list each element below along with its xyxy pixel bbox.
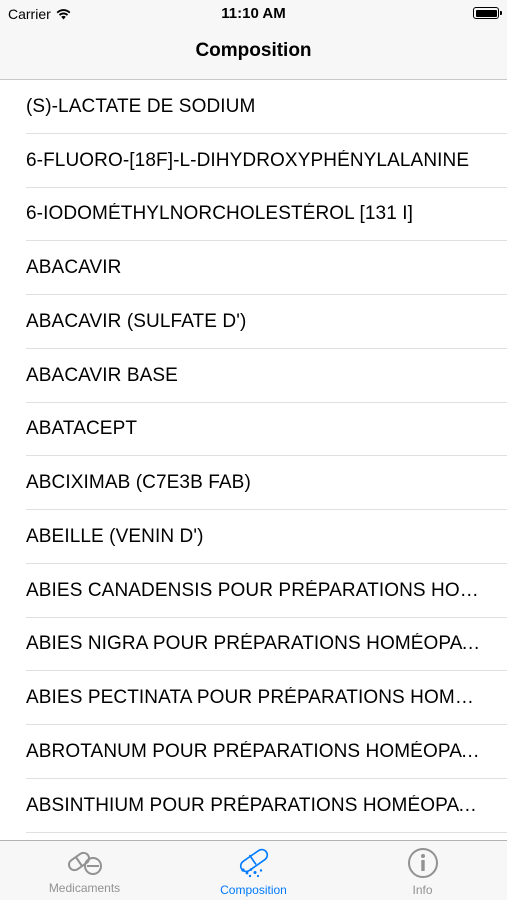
list-item-label: (S)-LACTATE DE SODIUM bbox=[26, 95, 256, 117]
list-item[interactable]: 6-FLUORO-[18F]-L-DIHYDROXYPHÉNYLALANINE bbox=[0, 134, 507, 188]
list-item-label: ABACAVIR bbox=[26, 257, 122, 279]
list-item[interactable]: ABSINTHIUM POUR PRÉPARATIONS HOMÉOPATHIQ… bbox=[0, 779, 507, 833]
list-item[interactable]: ABEILLE (VENIN D') bbox=[0, 510, 507, 564]
tab-label: Info bbox=[412, 883, 433, 897]
pills-icon bbox=[67, 851, 102, 875]
list-item-label: ABROTANUM POUR PRÉPARATIONS HOMÉOPATHIQU… bbox=[26, 740, 481, 762]
info-icon bbox=[407, 848, 438, 878]
list-item[interactable]: ABACAVIR BASE bbox=[0, 349, 507, 403]
page-title: Composition bbox=[195, 40, 312, 61]
tab-bar: Medicaments Composition Info bbox=[0, 840, 507, 900]
list-item[interactable]: ABROTANUM POUR PRÉPARATIONS HOMÉOPATHIQU… bbox=[0, 725, 507, 779]
list-item[interactable]: ABCIXIMAB (C7E3B FAB) bbox=[0, 456, 507, 510]
list-item[interactable]: ABIES PECTINATA POUR PRÉPARATIONS HOMÉOP… bbox=[0, 671, 507, 725]
list-item-label: 6-FLUORO-[18F]-L-DIHYDROXYPHÉNYLALANINE bbox=[26, 149, 470, 171]
list-item-label: ABACAVIR (SULFATE D') bbox=[26, 310, 247, 332]
list-item-label: ABACAVIR BASE bbox=[26, 364, 178, 386]
list-item[interactable]: ABIES NIGRA POUR PRÉPARATIONS HOMÉOPATHI… bbox=[0, 618, 507, 672]
capsule-icon bbox=[239, 848, 268, 878]
tab-label: Composition bbox=[220, 883, 287, 897]
list-item[interactable]: 6-IODOMÉTHYLNORCHOLESTÉROL [131 I] bbox=[0, 188, 507, 242]
navigation-bar: Composition bbox=[0, 28, 507, 80]
list-item-label: ABIES CANADENSIS POUR PRÉPARATIONS HOMÉO… bbox=[26, 579, 481, 601]
list-item-label: ABIES PECTINATA POUR PRÉPARATIONS HOMÉOP… bbox=[26, 687, 481, 709]
list-item-label: ABEILLE (VENIN D') bbox=[26, 525, 204, 547]
battery-level bbox=[475, 9, 497, 17]
tab-medicaments[interactable]: Medicaments bbox=[0, 841, 169, 900]
list-item[interactable]: ABIES CANADENSIS POUR PRÉPARATIONS HOMÉO… bbox=[0, 564, 507, 618]
composition-list[interactable]: (S)-LACTATE DE SODIUM 6-FLUORO-[18F]-L-D… bbox=[0, 80, 507, 840]
list-item-label: ABIES NIGRA POUR PRÉPARATIONS HOMÉOPATHI… bbox=[26, 633, 481, 655]
list-item[interactable]: ABACAVIR (SULFATE D') bbox=[0, 295, 507, 349]
list-item-label: 6-IODOMÉTHYLNORCHOLESTÉROL [131 I] bbox=[26, 203, 414, 225]
battery-icon bbox=[473, 7, 502, 19]
tab-composition[interactable]: Composition bbox=[169, 841, 338, 900]
status-time: 11:10 AM bbox=[221, 5, 286, 22]
list-item-label: ABSINTHIUM POUR PRÉPARATIONS HOMÉOPATHIQ… bbox=[26, 794, 481, 816]
list-item-label: ABCIXIMAB (C7E3B FAB) bbox=[26, 472, 251, 494]
list-item[interactable]: (S)-LACTATE DE SODIUM bbox=[0, 80, 507, 134]
tab-label: Medicaments bbox=[48, 881, 121, 895]
tab-info[interactable]: Info bbox=[338, 841, 507, 900]
list-item[interactable]: ABACAVIR bbox=[0, 241, 507, 295]
status-bar: Carrier 11:10 AM bbox=[0, 0, 507, 28]
list-item-label: ABATACEPT bbox=[26, 418, 138, 440]
list-item[interactable]: ABATACEPT bbox=[0, 403, 507, 457]
